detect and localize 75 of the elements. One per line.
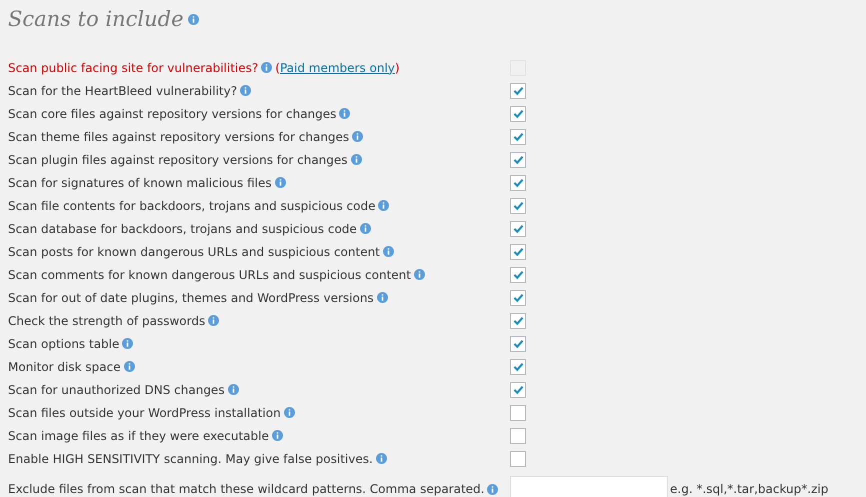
checkmark-icon xyxy=(512,107,524,120)
info-icon[interactable] xyxy=(382,246,394,257)
info-icon[interactable] xyxy=(339,108,350,119)
checkbox[interactable] xyxy=(510,312,526,328)
parenthesis: ) xyxy=(394,60,400,74)
exclude-label: Exclude files from scan that match these wildcard patterns. Comma separated. xyxy=(8,482,484,496)
info-icon[interactable] xyxy=(414,269,425,280)
option-label: Scan for signatures of known malicious files xyxy=(8,176,272,190)
info-icon[interactable] xyxy=(122,338,134,349)
option-label: Scan theme files against repository versions for changes xyxy=(8,130,350,144)
checkbox[interactable] xyxy=(510,382,526,398)
example-hint: e.g. *.sql,*.tar,backup*.zip xyxy=(670,482,828,496)
info-icon[interactable] xyxy=(360,223,371,234)
option-label: Scan posts for known dangerous URLs and suspicious content xyxy=(8,244,380,258)
checkbox[interactable] xyxy=(510,358,526,374)
info-icon[interactable] xyxy=(240,85,252,96)
info-icon[interactable] xyxy=(487,484,498,494)
info-icon[interactable] xyxy=(376,292,388,303)
option-label: Scan for out of date plugins, themes and WordPress versions xyxy=(8,290,374,304)
checkbox[interactable] xyxy=(510,266,526,282)
checkbox[interactable] xyxy=(510,404,526,420)
checkmark-icon xyxy=(512,268,524,281)
checkbox[interactable] xyxy=(510,174,526,190)
info-icon[interactable] xyxy=(274,177,286,188)
info-icon[interactable] xyxy=(124,361,135,372)
info-icon[interactable] xyxy=(261,62,272,73)
checkmark-icon xyxy=(512,245,524,258)
option-label: Scan database for backdoors, trojans and suspicious code xyxy=(8,222,357,236)
checkbox[interactable] xyxy=(510,152,526,168)
option-label: Monitor disk space xyxy=(8,360,121,374)
info-icon[interactable] xyxy=(378,200,390,211)
checkmark-icon xyxy=(512,176,524,189)
parenthesis: ( xyxy=(275,60,280,74)
checkbox[interactable] xyxy=(510,244,526,260)
info-icon[interactable] xyxy=(284,407,295,418)
checkmark-icon xyxy=(512,153,524,166)
option-label: Enable HIGH SENSITIVITY scanning. May give false positives. xyxy=(8,452,373,466)
option-label: Scan for the HeartBleed vulnerability? xyxy=(8,84,238,98)
checkbox[interactable] xyxy=(510,106,526,122)
option-label: Scan comments for known dangerous URLs and suspicious content xyxy=(8,268,411,282)
checkmark-icon xyxy=(512,360,524,373)
checkmark-icon xyxy=(512,130,524,143)
checkmark-icon xyxy=(512,383,524,396)
option-label: Scan image files as if they were executable xyxy=(8,428,269,442)
checkbox[interactable] xyxy=(510,336,526,352)
checkbox[interactable] xyxy=(510,82,526,98)
info-icon[interactable] xyxy=(188,14,199,24)
option-label: Scan options table xyxy=(8,336,120,350)
option-label: Check the strength of passwords xyxy=(8,314,206,328)
section-title: Scans to include xyxy=(8,7,184,31)
option-label: Scan for unauthorized DNS changes xyxy=(8,382,225,396)
option-label: Scan file contents for backdoors, trojans and suspicious code xyxy=(8,198,376,212)
checkmark-icon xyxy=(512,84,524,97)
checkmark-icon xyxy=(512,337,524,350)
option-label: Scan plugin files against repository versions for changes xyxy=(8,152,348,166)
info-icon[interactable] xyxy=(376,453,387,464)
checkbox[interactable] xyxy=(510,220,526,236)
checkbox[interactable] xyxy=(510,450,526,466)
checkbox[interactable] xyxy=(510,198,526,214)
checkbox[interactable] xyxy=(510,428,526,444)
info-icon[interactable] xyxy=(228,384,239,395)
checkmark-icon xyxy=(512,314,524,327)
exclude-patterns-field[interactable] xyxy=(510,476,668,497)
checkbox[interactable] xyxy=(510,290,526,306)
checkmark-icon xyxy=(512,222,524,235)
info-icon[interactable] xyxy=(272,430,283,441)
info-icon[interactable] xyxy=(208,315,220,326)
option-label: Scan core files against repository versions for changes xyxy=(8,106,336,120)
info-icon[interactable] xyxy=(350,154,362,165)
checkbox[interactable] xyxy=(510,128,526,144)
checkmark-icon xyxy=(512,291,524,304)
info-icon[interactable] xyxy=(352,131,364,142)
option-label: Scan public facing site for vulnerabilities? xyxy=(8,60,258,74)
option-label: Scan files outside your WordPress installation xyxy=(8,406,281,420)
checkmark-icon xyxy=(512,199,524,212)
